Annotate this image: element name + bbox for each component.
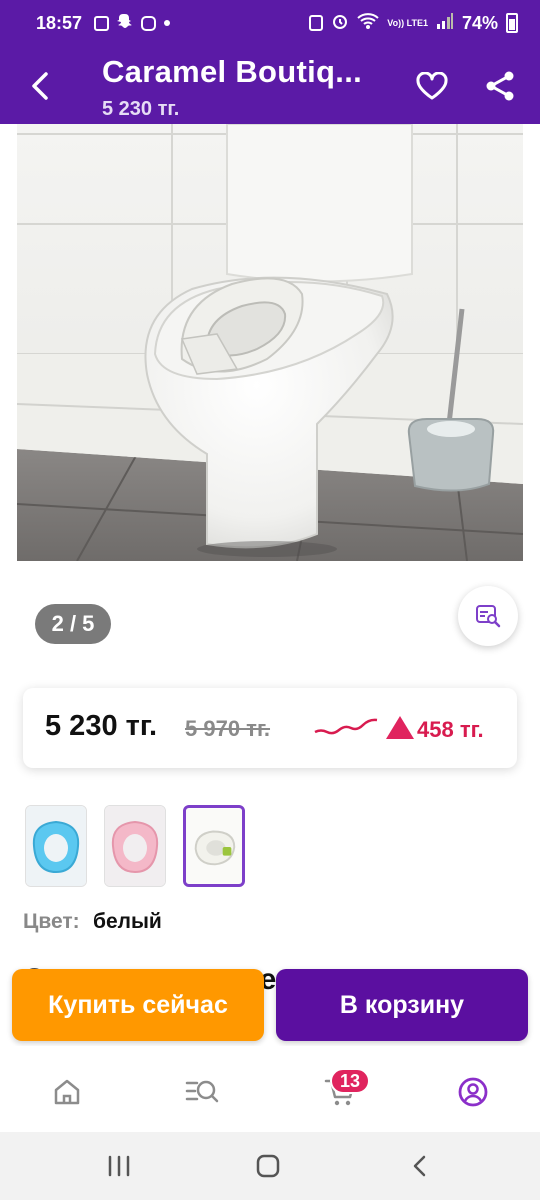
- gallery-notification-icon: [94, 15, 110, 31]
- color-label: Цвет:: [23, 910, 80, 933]
- chevron-left-icon: [413, 1155, 426, 1177]
- bottom-navigation: 13: [0, 1046, 540, 1132]
- price-drop-arrow-icon: [386, 716, 414, 739]
- price-card[interactable]: 5 230 тг. 5 970 тг. 458 тг.: [23, 688, 517, 768]
- cart-count-badge: 13: [330, 1068, 370, 1094]
- arrow-left-icon: [32, 72, 48, 100]
- notification-icons: [94, 13, 171, 33]
- catalog-search-icon: [185, 1080, 219, 1103]
- header-price: 5 230 тг.: [102, 98, 180, 120]
- buy-now-button[interactable]: Купить сейчас: [12, 969, 264, 1041]
- screen: 18:57 Vo)) LTE1 74% Caramel Boutiq... 5 …: [0, 0, 540, 1200]
- nav-home[interactable]: [45, 1070, 89, 1114]
- back-system-button[interactable]: [398, 1146, 442, 1186]
- white-seat-thumbnail: [186, 808, 242, 884]
- instagram-notification-icon: [141, 15, 157, 31]
- nav-catalog-search[interactable]: [180, 1070, 224, 1114]
- home-square-icon: [256, 1154, 280, 1178]
- color-value: белый: [93, 910, 162, 933]
- network-label: Vo)) LTE1: [387, 17, 428, 28]
- back-button[interactable]: [20, 66, 60, 106]
- current-price: 5 230 тг.: [45, 710, 158, 742]
- image-counter: 2 / 5: [35, 604, 111, 644]
- more-notifications-dot: [164, 20, 171, 26]
- nav-profile[interactable]: [451, 1070, 495, 1114]
- recent-apps-button[interactable]: [97, 1146, 141, 1186]
- blue-seat-thumbnail: [26, 806, 86, 886]
- heart-icon: [416, 72, 448, 100]
- share-icon: [486, 71, 514, 101]
- product-photo[interactable]: [17, 124, 523, 561]
- status-right: Vo)) LTE1 74%: [309, 12, 518, 34]
- favorite-button[interactable]: [412, 66, 452, 106]
- signal-icon: [436, 13, 454, 33]
- visual-search-button[interactable]: [458, 586, 518, 646]
- price-drop-amount: 458 тг.: [417, 717, 484, 742]
- old-price: 5 970 тг.: [185, 716, 271, 741]
- pink-seat-thumbnail: [105, 806, 165, 886]
- image-search-icon: [476, 605, 501, 628]
- variant-swatch-white[interactable]: [183, 805, 245, 887]
- variant-swatch-blue[interactable]: [25, 805, 87, 887]
- wifi-icon: [357, 12, 379, 34]
- variant-swatch-pink[interactable]: [104, 805, 166, 887]
- status-bar: 18:57 Vo)) LTE1 74%: [0, 0, 540, 46]
- lock-icon: [309, 15, 324, 31]
- share-button[interactable]: [480, 66, 520, 106]
- system-navigation-bar: [0, 1132, 540, 1200]
- home-system-button[interactable]: [246, 1146, 290, 1186]
- price-trend-icon: [314, 718, 378, 735]
- status-time: 18:57: [36, 12, 83, 33]
- battery-icon: [506, 13, 518, 33]
- snapchat-notification-icon: [117, 13, 133, 33]
- profile-icon: [458, 1077, 488, 1107]
- toilet-seat-photo: [17, 124, 523, 561]
- add-to-cart-button[interactable]: В корзину: [276, 969, 528, 1041]
- recent-apps-icon: [108, 1155, 130, 1177]
- product-title: Caramel Boutiq...: [102, 54, 363, 89]
- battery-percentage: 74%: [461, 12, 498, 33]
- home-icon: [54, 1079, 80, 1105]
- alarm-icon: [331, 12, 349, 34]
- app-bar: Caramel Boutiq... 5 230 тг.: [0, 46, 540, 124]
